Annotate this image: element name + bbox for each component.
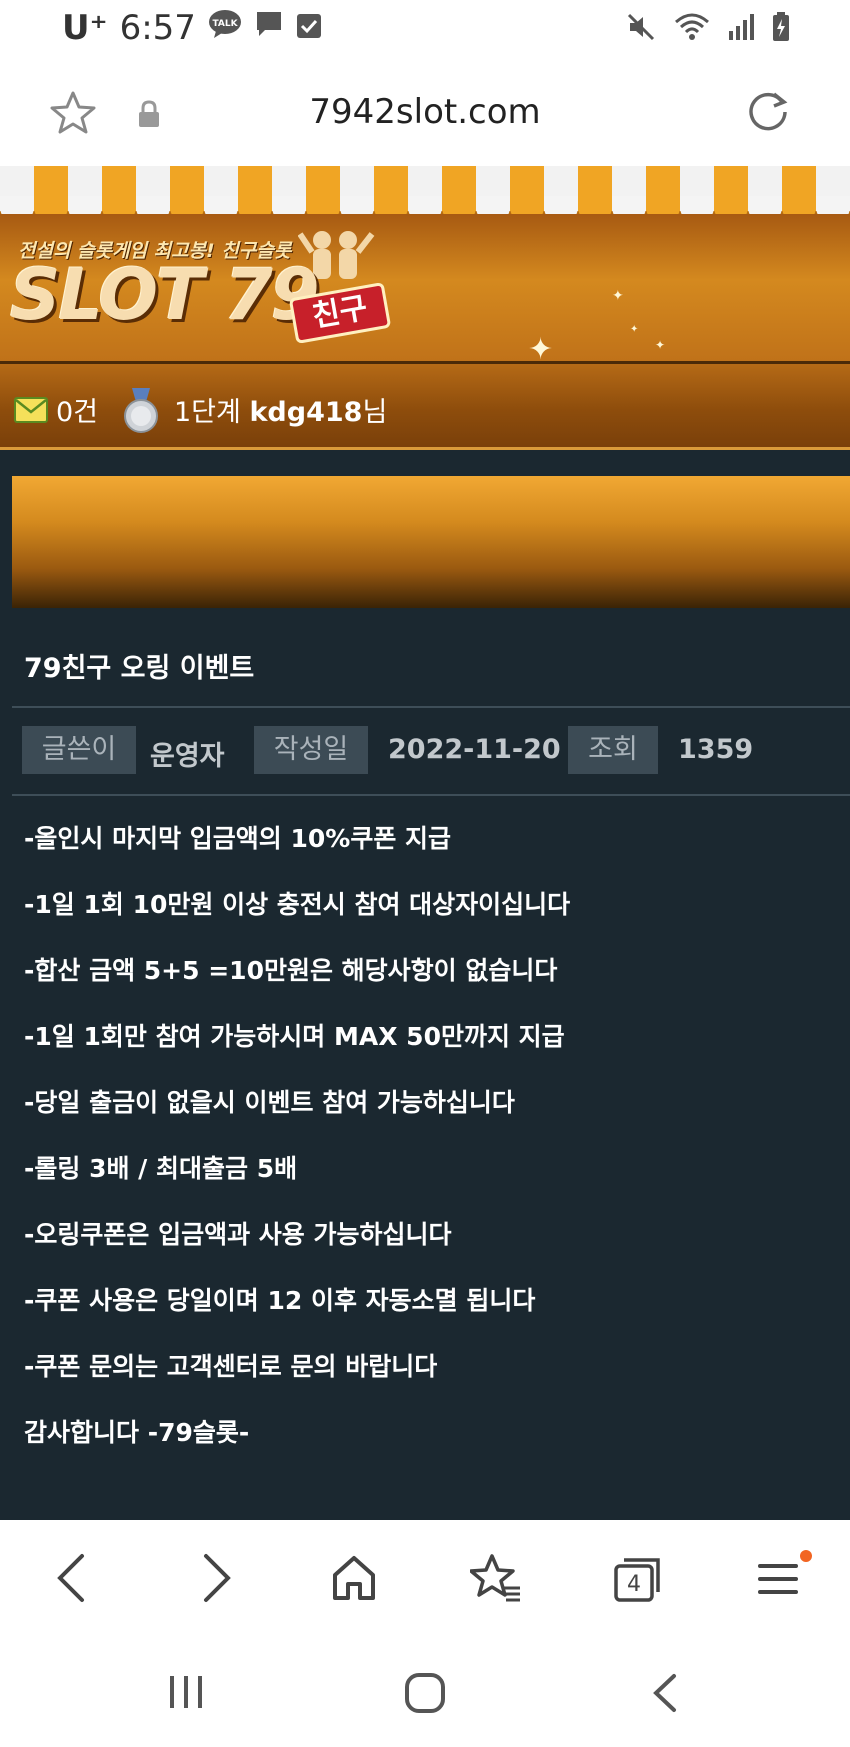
- user-level: 1단계 kdg418님: [174, 390, 387, 429]
- talk-badge-text: TALK: [212, 19, 238, 29]
- post-line: -쿠폰 문의는 고객센터로 문의 바랍니다: [24, 1352, 438, 1381]
- bookmarks-button[interactable]: [469, 1550, 522, 1610]
- carrier-label: U⁺: [62, 8, 108, 48]
- post-line: 감사합니다 -79슬롯-: [24, 1418, 250, 1447]
- post-title: 79친구 오링 이벤트: [24, 653, 255, 684]
- post-view: 79친구 오링 이벤트 글쓴이 운영자 작성일 2022-11-20 조회 13…: [12, 622, 850, 1520]
- forward-button[interactable]: [196, 1550, 236, 1610]
- home-system-button[interactable]: [404, 1672, 446, 1718]
- post-body: -올인시 마지막 입금액의 10%쿠폰 지급 -1일 1회 10만원 이상 충전…: [24, 806, 844, 1466]
- message-icon: [254, 8, 284, 48]
- checkbox-icon: [296, 8, 322, 48]
- clock: 6:57: [119, 8, 196, 48]
- post-line: -1일 1회만 참여 가능하시며 MAX 50만까지 지급: [24, 1022, 565, 1051]
- web-content: 전설의 슬롯게임 최고봉! 친구슬롯 SLOT 79 친구 ✦ ✦ ✦ ✦ 0건…: [0, 166, 850, 1520]
- board-header-bar: [12, 476, 850, 608]
- post-line: -롤링 3배 / 최대출금 5배: [24, 1154, 298, 1183]
- medal-icon: [122, 386, 160, 438]
- date-label: 작성일: [254, 726, 368, 774]
- system-navigation-bar: [0, 1636, 850, 1747]
- username[interactable]: kdg418: [249, 397, 362, 428]
- author-label: 글쓴이: [22, 726, 136, 774]
- sparkle-icon: ✦: [655, 338, 666, 352]
- sparkle-icon: ✦: [528, 332, 554, 367]
- views-label: 조회: [568, 726, 658, 774]
- menu-button[interactable]: [756, 1550, 812, 1610]
- url-text[interactable]: 7942slot.com: [0, 92, 850, 132]
- post-line: -쿠폰 사용은 당일이며 12 이후 자동소멸 됩니다: [24, 1286, 536, 1315]
- mute-icon: [626, 12, 656, 46]
- recent-apps-button[interactable]: [166, 1672, 206, 1716]
- mail-icon[interactable]: [14, 394, 48, 428]
- wifi-icon: [674, 12, 710, 46]
- address-bar: 7942slot.com: [0, 56, 850, 166]
- post-line: -1일 1회 10만원 이상 충전시 참여 대상자이십니다: [24, 890, 571, 919]
- level-label: 1단계: [174, 397, 241, 428]
- message-count[interactable]: 0건: [56, 390, 98, 429]
- kakaotalk-icon: TALK: [208, 8, 242, 48]
- home-button[interactable]: [330, 1550, 378, 1610]
- post-line: -올인시 마지막 입금액의 10%쿠폰 지급: [24, 824, 452, 853]
- sparkle-icon: ✦: [630, 324, 639, 335]
- back-button[interactable]: [52, 1550, 92, 1610]
- site-banner[interactable]: 전설의 슬롯게임 최고봉! 친구슬롯 SLOT 79 친구 ✦ ✦ ✦ ✦: [0, 214, 850, 367]
- reload-icon[interactable]: [746, 90, 790, 138]
- tabs-button[interactable]: 4: [612, 1550, 664, 1610]
- date-value: 2022-11-20: [388, 734, 561, 765]
- signal-icon: [728, 13, 754, 45]
- browser-toolbar: 4: [0, 1520, 850, 1636]
- post-line: -합산 금액 5+5 =10만원은 해당사항이 없습니다: [24, 956, 558, 985]
- sparkle-icon: ✦: [612, 288, 624, 304]
- post-title-row: 79친구 오링 이벤트: [12, 622, 850, 708]
- post-meta-row: 글쓴이 운영자 작성일 2022-11-20 조회 1359: [12, 708, 850, 796]
- system-back-button[interactable]: [650, 1672, 680, 1718]
- user-info-bar: 0건 1단계 kdg418님: [0, 364, 850, 450]
- post-line: -오링쿠폰은 입금액과 사용 가능하십니다: [24, 1220, 452, 1249]
- site-logo: SLOT 79: [10, 254, 320, 336]
- status-bar: U⁺ 6:57 TALK: [0, 0, 850, 56]
- tab-count: 4: [627, 1572, 641, 1597]
- battery-charging-icon: [772, 12, 790, 46]
- honorific: 님: [362, 397, 388, 428]
- post-line: -당일 출금이 없을시 이벤트 참여 가능하십니다: [24, 1088, 515, 1117]
- author-value: 운영자: [150, 741, 225, 772]
- views-value: 1359: [678, 734, 754, 765]
